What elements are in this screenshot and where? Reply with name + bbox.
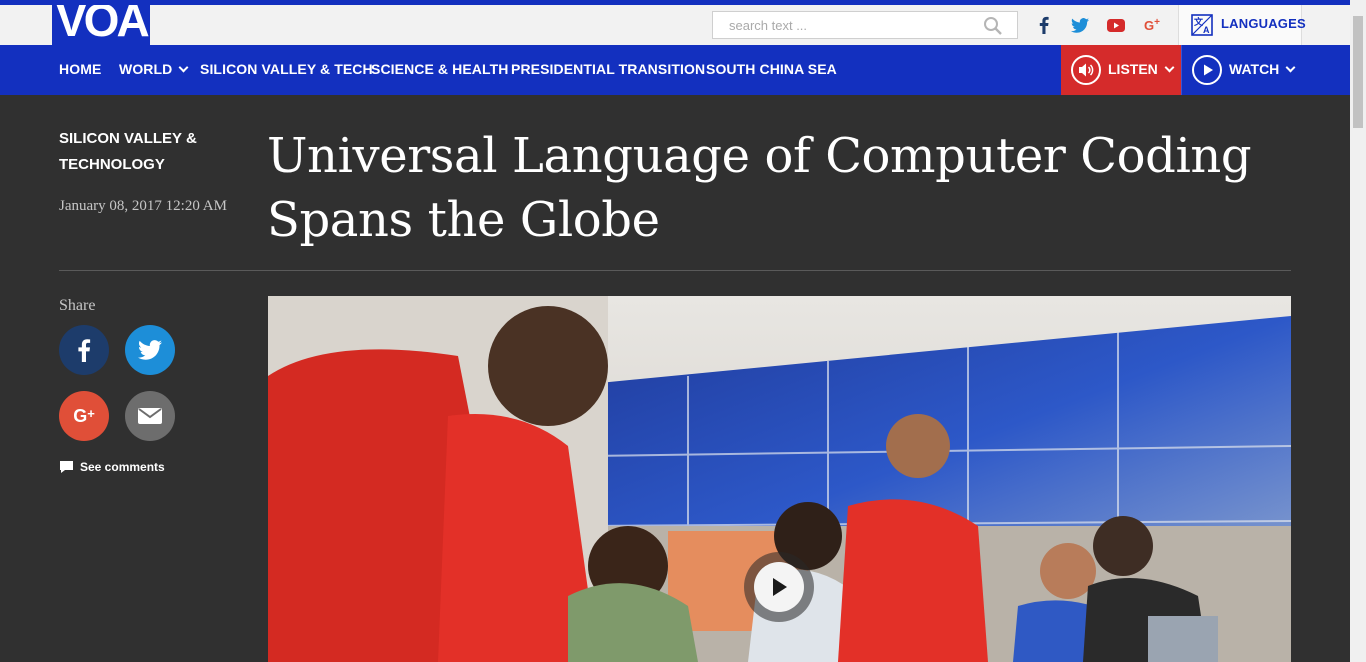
facebook-icon[interactable] — [1033, 15, 1055, 35]
search-box — [712, 11, 1018, 39]
youtube-icon[interactable] — [1105, 15, 1127, 35]
nav-item-presidential-transition[interactable]: PRESIDENTIAL TRANSITION — [511, 61, 705, 77]
share-label: Share — [59, 297, 96, 314]
chevron-down-icon — [178, 62, 189, 73]
nav-item-silicon-valley-tech[interactable]: SILICON VALLEY & TECH — [200, 61, 373, 77]
article-headline: Universal Language of Computer Coding Sp… — [267, 128, 1252, 248]
listen-label: LISTEN — [1108, 61, 1175, 77]
google-plus-icon[interactable]: G + — [1141, 15, 1163, 35]
listen-button[interactable]: LISTEN — [1061, 45, 1181, 95]
watch-text: WATCH — [1229, 61, 1280, 77]
languages-icon: 文 A — [1191, 14, 1213, 36]
nav-item-home[interactable]: HOME — [59, 61, 101, 77]
share-twitter-button[interactable] — [125, 325, 175, 375]
nav-item-world[interactable]: WORLD — [119, 61, 189, 77]
svg-text:A: A — [1203, 25, 1210, 35]
play-circle-icon — [1192, 55, 1222, 85]
comment-icon — [60, 461, 73, 473]
languages-button[interactable]: 文 A LANGUAGES — [1178, 5, 1306, 45]
watch-label: WATCH — [1229, 61, 1296, 77]
search-icon[interactable] — [983, 16, 1003, 36]
speaker-icon — [1071, 55, 1101, 85]
utility-bar: VOA G+ 文 A LANGUAGES — [0, 5, 1350, 45]
share-google-plus-button[interactable]: G+ — [59, 391, 109, 441]
chevron-down-icon — [1285, 62, 1296, 73]
see-comments-label: See comments — [80, 460, 165, 474]
page-scrollbar[interactable] — [1350, 0, 1366, 662]
share-facebook-button[interactable] — [59, 325, 109, 375]
play-icon — [754, 562, 804, 612]
article-date: January 08, 2017 12:20 AM — [59, 198, 227, 214]
chevron-down-icon — [1164, 62, 1175, 73]
facebook-icon — [78, 339, 91, 362]
video-play-button[interactable] — [744, 552, 814, 622]
listen-text: LISTEN — [1108, 61, 1158, 77]
twitter-icon[interactable] — [1069, 15, 1091, 35]
logo-text: VOA — [56, 5, 150, 45]
twitter-icon — [138, 340, 162, 360]
main-nav: HOME WORLD SILICON VALLEY & TECH SCIENCE… — [0, 45, 1350, 95]
nav-item-south-china-sea[interactable]: SOUTH CHINA SEA — [706, 61, 837, 77]
voa-logo[interactable]: VOA — [52, 5, 150, 45]
share-email-button[interactable] — [125, 391, 175, 441]
nav-item-science-health[interactable]: SCIENCE & HEALTH — [371, 61, 508, 77]
languages-label: LANGUAGES — [1221, 16, 1306, 31]
search-input[interactable] — [713, 12, 973, 38]
watch-button[interactable]: WATCH — [1181, 45, 1301, 95]
see-comments-link[interactable]: See comments — [59, 460, 165, 474]
scrollbar-thumb[interactable] — [1353, 16, 1363, 128]
header-divider — [59, 270, 1291, 271]
video-player[interactable] — [268, 296, 1291, 662]
nav-item-world-label: WORLD — [119, 61, 173, 77]
article-section-kicker[interactable]: SILICON VALLEY & TECHNOLOGY — [59, 126, 229, 178]
google-plus-icon: G+ — [73, 405, 95, 426]
email-icon — [138, 408, 162, 424]
